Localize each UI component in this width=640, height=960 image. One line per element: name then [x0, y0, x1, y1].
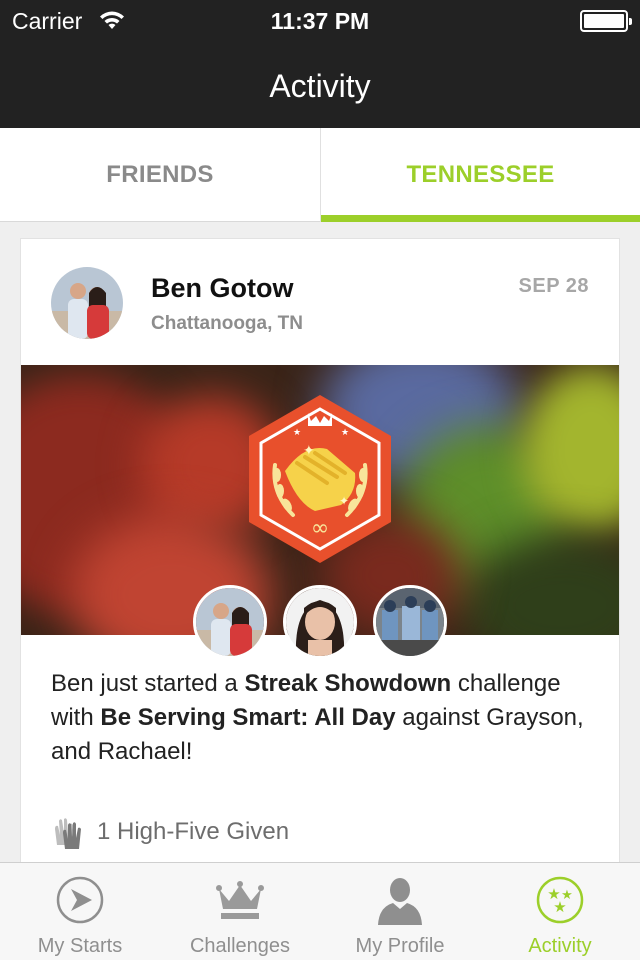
active-tab-indicator: [321, 215, 640, 222]
play-arrow-icon: [56, 876, 104, 924]
tab-my-profile[interactable]: My Profile: [320, 863, 480, 960]
story-text: Ben just started a: [51, 670, 245, 697]
svg-text:✦: ✦: [303, 443, 315, 459]
svg-text:★: ★: [293, 428, 301, 438]
tab-friends[interactable]: FRIENDS: [0, 128, 320, 222]
tab-my-starts[interactable]: My Starts: [0, 863, 160, 960]
stars-icon: ★ ★ ★: [536, 876, 584, 924]
activity-story: Ben just started a Streak Showdown chall…: [51, 667, 596, 769]
tab-tennessee-label: TENNESSEE: [406, 161, 555, 188]
tab-activity-label: Activity: [528, 935, 592, 957]
participant-avatar-grayson[interactable]: [373, 585, 447, 659]
crown-icon: [216, 881, 264, 919]
tab-activity[interactable]: ★ ★ ★ Activity: [480, 863, 640, 960]
story-challenge-type[interactable]: Streak Showdown: [244, 670, 451, 697]
tab-my-starts-label: My Starts: [37, 935, 123, 957]
author-name[interactable]: Ben Gotow: [151, 273, 294, 304]
svg-text:★: ★: [341, 428, 349, 438]
svg-text:✦: ✦: [339, 494, 349, 508]
status-time: 11:37 PM: [270, 8, 370, 34]
high-five-count: 1 High-Five Given: [97, 818, 290, 845]
tab-tennessee[interactable]: TENNESSEE: [320, 128, 640, 222]
author-location: Chattanooga, TN: [151, 313, 303, 334]
high-five-hands-icon: [55, 818, 81, 849]
story-challenge-name[interactable]: Be Serving Smart: All Day: [100, 704, 395, 731]
svg-text:★: ★: [553, 898, 566, 916]
battery-icon: [580, 10, 632, 32]
svg-text:∞: ∞: [311, 516, 329, 541]
tab-challenges-label: Challenges: [189, 935, 291, 957]
page-title: Activity: [269, 68, 371, 104]
tab-my-profile-label: My Profile: [355, 935, 445, 957]
top-bar: Carrier 11:37 PM Activity: [0, 0, 640, 128]
status-bar: Carrier 11:37 PM: [0, 0, 640, 40]
segment-control: FRIENDS TENNESSEE: [0, 128, 640, 222]
post-date: SEP 28: [518, 275, 589, 297]
activity-card[interactable]: Ben Gotow Chattanooga, TN SEP 28 ★ ★ ✦ ✦…: [20, 238, 620, 878]
participant-avatar-ben[interactable]: [193, 585, 267, 659]
bottom-tab-bar: My Starts Challenges My Profile ★ ★ ★ Ac…: [0, 862, 640, 960]
tab-challenges[interactable]: Challenges: [160, 863, 320, 960]
participant-avatar-rachael[interactable]: [283, 585, 357, 659]
handshake-badge-icon: ★ ★ ✦ ✦ ∞: [249, 395, 391, 563]
participant-avatars: [21, 585, 619, 659]
person-icon: [378, 878, 422, 925]
author-avatar[interactable]: [51, 267, 123, 339]
